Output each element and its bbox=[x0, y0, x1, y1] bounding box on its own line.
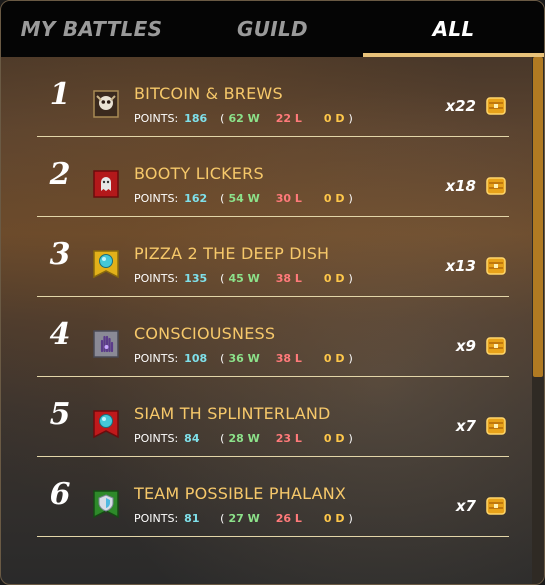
wins-value: 45 W bbox=[228, 272, 260, 285]
points-value: 186 bbox=[184, 112, 208, 125]
losses-value: 38 L bbox=[275, 352, 302, 365]
paren-open: ( bbox=[220, 352, 225, 365]
paren-close: ) bbox=[348, 272, 353, 285]
draws-value: 0 D bbox=[323, 112, 345, 125]
guild-name[interactable]: CONSCIOUSNESS bbox=[134, 324, 275, 343]
tab-all[interactable]: ALL bbox=[363, 1, 544, 57]
points-label: POINTS: bbox=[134, 352, 179, 365]
paren-close: ) bbox=[348, 352, 353, 365]
rank-number: 3 bbox=[49, 237, 71, 272]
skull-banner-icon bbox=[93, 90, 119, 118]
points-label: POINTS: bbox=[134, 272, 179, 285]
points-value: 108 bbox=[184, 352, 208, 365]
rank-number: 2 bbox=[49, 157, 71, 192]
guild-name[interactable]: BOOTY LICKERS bbox=[134, 164, 264, 183]
guild-stats: POINTS: 186 ( 62 W 22 L 0 D ) bbox=[134, 112, 353, 125]
leaderboard-row[interactable]: 2 BOOTY LICKERS POINTS: 162 ( 54 W 30 L … bbox=[37, 137, 509, 217]
paren-close: ) bbox=[348, 112, 353, 125]
points-value: 162 bbox=[184, 192, 208, 205]
paren-close: ) bbox=[348, 432, 353, 445]
points-value: 135 bbox=[184, 272, 208, 285]
chest-count: x22 bbox=[445, 97, 476, 115]
guild-battle-leaderboard: MY BATTLES GUILD ALL 1 BITCOIN & BREWS P… bbox=[0, 0, 545, 585]
wins-value: 27 W bbox=[228, 512, 260, 525]
guild-stats: POINTS: 108 ( 36 W 38 L 0 D ) bbox=[134, 352, 353, 365]
wins-value: 54 W bbox=[228, 192, 260, 205]
orb-red-banner-icon bbox=[93, 410, 119, 439]
orb-banner-icon bbox=[93, 250, 119, 279]
treasure-chest-icon bbox=[486, 97, 506, 115]
guild-stats: POINTS: 84 ( 28 W 23 L 0 D ) bbox=[134, 432, 353, 445]
chest-count: x13 bbox=[445, 257, 476, 275]
leaderboard-row[interactable]: 5 SIAM TH SPLINTERLAND POINTS: 84 ( 28 W… bbox=[37, 377, 509, 457]
points-label: POINTS: bbox=[134, 432, 179, 445]
losses-value: 22 L bbox=[275, 112, 302, 125]
rank-number: 6 bbox=[49, 477, 71, 512]
chest-count: x18 bbox=[445, 177, 476, 195]
paren-open: ( bbox=[220, 512, 225, 525]
draws-value: 0 D bbox=[323, 512, 345, 525]
guild-name[interactable]: BITCOIN & BREWS bbox=[134, 84, 283, 103]
wins-value: 36 W bbox=[228, 352, 260, 365]
scrollbar-track[interactable] bbox=[532, 57, 544, 584]
treasure-chest-icon bbox=[486, 177, 506, 195]
draws-value: 0 D bbox=[323, 432, 345, 445]
hand-banner-icon bbox=[93, 330, 119, 358]
tab-my-battles[interactable]: MY BATTLES bbox=[1, 1, 182, 57]
leaderboard-row[interactable]: 4 CONSCIOUSNESS POINTS: 108 ( 36 W 38 L … bbox=[37, 297, 509, 377]
guild-name[interactable]: PIZZA 2 THE DEEP DISH bbox=[134, 244, 329, 263]
points-label: POINTS: bbox=[134, 192, 179, 205]
draws-value: 0 D bbox=[323, 352, 345, 365]
ghost-banner-icon bbox=[93, 170, 119, 198]
chest-count: x7 bbox=[455, 417, 476, 435]
shield-banner-icon bbox=[93, 490, 119, 519]
treasure-chest-icon bbox=[486, 497, 506, 515]
paren-open: ( bbox=[220, 112, 225, 125]
points-label: POINTS: bbox=[134, 112, 179, 125]
leaderboard-row[interactable]: 1 BITCOIN & BREWS POINTS: 186 ( 62 W 22 … bbox=[37, 57, 509, 137]
losses-value: 30 L bbox=[275, 192, 302, 205]
wins-value: 28 W bbox=[228, 432, 260, 445]
treasure-chest-icon bbox=[486, 417, 506, 435]
guild-stats: POINTS: 162 ( 54 W 30 L 0 D ) bbox=[134, 192, 353, 205]
rank-number: 4 bbox=[49, 317, 71, 352]
treasure-chest-icon bbox=[486, 257, 506, 275]
guild-stats: POINTS: 135 ( 45 W 38 L 0 D ) bbox=[134, 272, 353, 285]
guild-name[interactable]: SIAM TH SPLINTERLAND bbox=[134, 404, 331, 423]
rank-number: 1 bbox=[49, 77, 71, 112]
points-label: POINTS: bbox=[134, 512, 179, 525]
draws-value: 0 D bbox=[323, 272, 345, 285]
paren-close: ) bbox=[348, 192, 353, 205]
leaderboard-list: 1 BITCOIN & BREWS POINTS: 186 ( 62 W 22 … bbox=[1, 57, 531, 537]
scrollbar-thumb[interactable] bbox=[533, 57, 543, 377]
tab-guild[interactable]: GUILD bbox=[182, 1, 363, 57]
paren-open: ( bbox=[220, 192, 225, 205]
paren-close: ) bbox=[348, 512, 353, 525]
losses-value: 26 L bbox=[275, 512, 302, 525]
leaderboard-row[interactable]: 3 PIZZA 2 THE DEEP DISH POINTS: 135 ( 45… bbox=[37, 217, 509, 297]
points-value: 84 bbox=[184, 432, 200, 445]
points-value: 81 bbox=[184, 512, 200, 525]
losses-value: 23 L bbox=[275, 432, 302, 445]
chest-count: x9 bbox=[455, 337, 476, 355]
guild-name[interactable]: TEAM POSSIBLE PHALANX bbox=[134, 484, 346, 503]
treasure-chest-icon bbox=[486, 337, 506, 355]
wins-value: 62 W bbox=[228, 112, 260, 125]
losses-value: 38 L bbox=[275, 272, 302, 285]
leaderboard-row[interactable]: 6 TEAM POSSIBLE PHALANX POINTS: 81 ( 27 … bbox=[37, 457, 509, 537]
chest-count: x7 bbox=[455, 497, 476, 515]
guild-stats: POINTS: 81 ( 27 W 26 L 0 D ) bbox=[134, 512, 353, 525]
rank-number: 5 bbox=[49, 397, 71, 432]
tab-bar: MY BATTLES GUILD ALL bbox=[1, 1, 544, 57]
paren-open: ( bbox=[220, 272, 225, 285]
paren-open: ( bbox=[220, 432, 225, 445]
draws-value: 0 D bbox=[323, 192, 345, 205]
